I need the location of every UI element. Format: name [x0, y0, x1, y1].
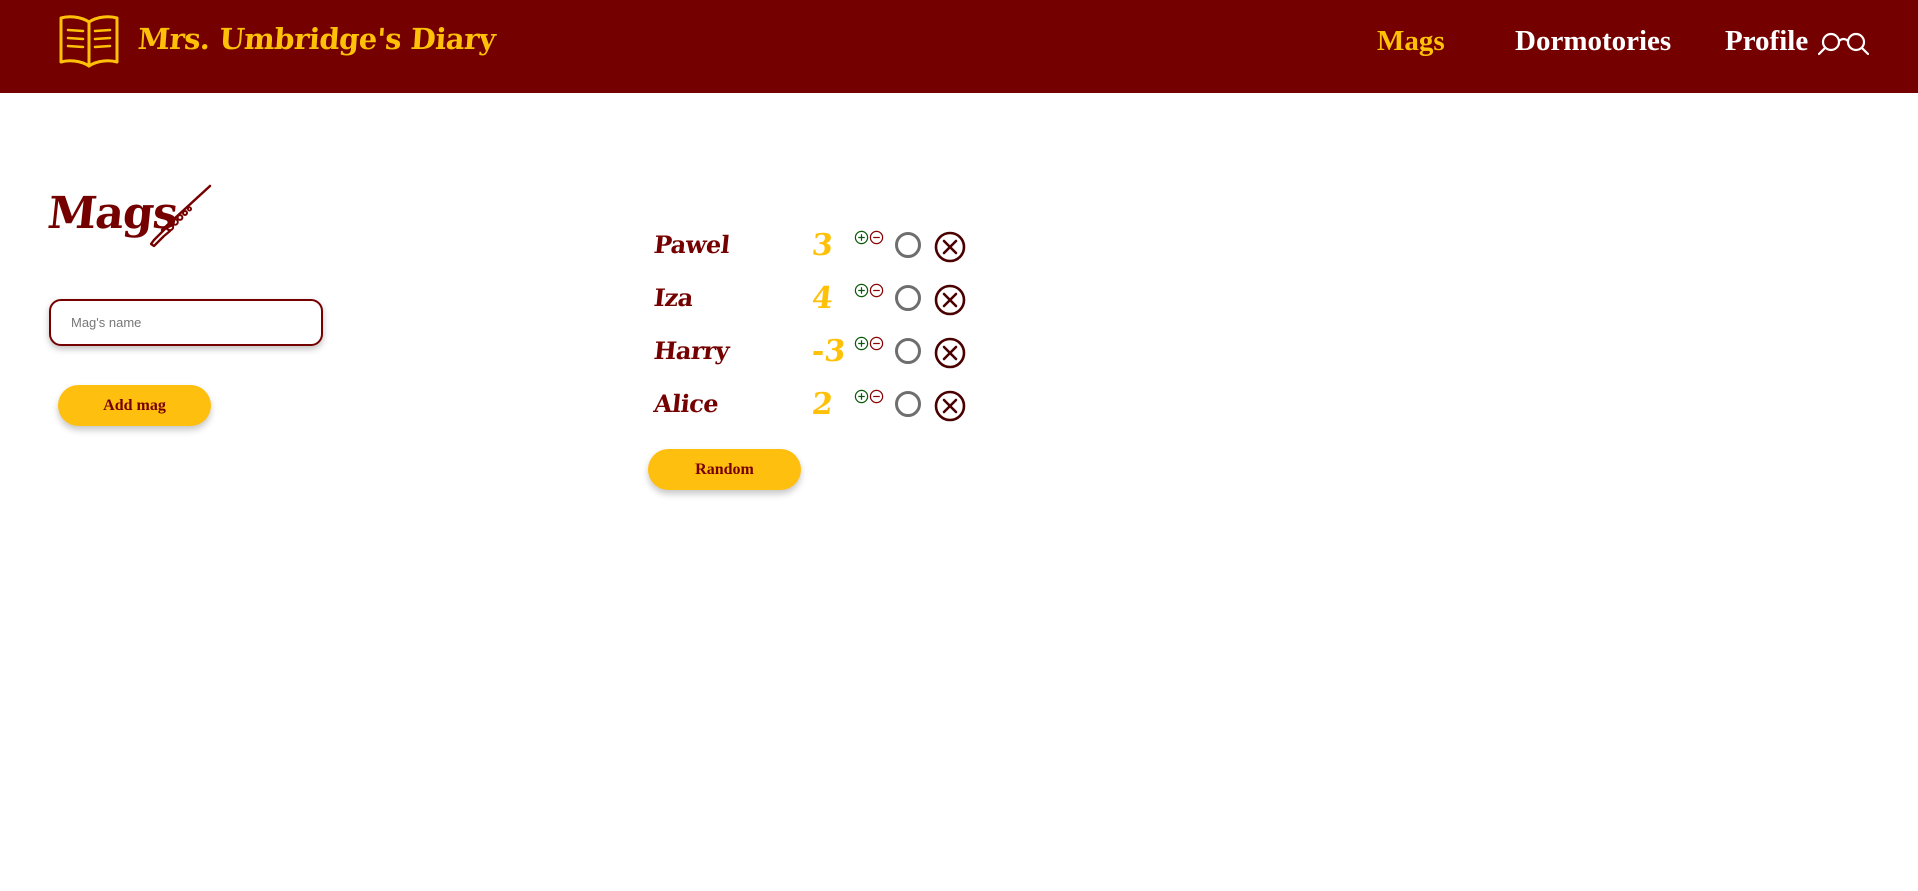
- mag-row: Pawel 3: [652, 228, 972, 270]
- plus-icon[interactable]: [854, 230, 869, 245]
- select-radio[interactable]: [895, 232, 921, 258]
- minus-icon[interactable]: [869, 230, 884, 245]
- select-radio[interactable]: [895, 338, 921, 364]
- plus-icon[interactable]: [854, 283, 869, 298]
- mag-row: Harry -3: [652, 334, 972, 376]
- add-mag-button[interactable]: Add mag: [58, 385, 211, 426]
- plus-icon[interactable]: [854, 336, 869, 351]
- mag-score: 2: [810, 387, 835, 422]
- mag-score: -3: [810, 334, 848, 369]
- mag-name: Pawel: [652, 230, 732, 259]
- mag-row: Alice 2: [652, 387, 972, 429]
- remove-icon[interactable]: [934, 390, 966, 422]
- nav-mags[interactable]: Mags: [1377, 25, 1445, 58]
- glasses-icon[interactable]: [1818, 30, 1870, 56]
- select-radio[interactable]: [895, 285, 921, 311]
- minus-icon[interactable]: [869, 283, 884, 298]
- mag-name: Alice: [652, 389, 720, 418]
- mag-score: 4: [810, 281, 835, 316]
- remove-icon[interactable]: [934, 231, 966, 263]
- nav-dormotories[interactable]: Dormotories: [1515, 25, 1671, 58]
- app-title: Mrs. Umbridge's Diary: [136, 22, 497, 56]
- wand-icon: [149, 184, 212, 248]
- mag-name: Harry: [652, 336, 731, 365]
- remove-icon[interactable]: [934, 337, 966, 369]
- mag-name-input[interactable]: [49, 299, 323, 346]
- select-radio[interactable]: [895, 391, 921, 417]
- top-navbar: Mrs. Umbridge's Diary Mags Dormotories P…: [0, 0, 1918, 93]
- remove-icon[interactable]: [934, 284, 966, 316]
- nav-profile[interactable]: Profile: [1725, 25, 1808, 58]
- book-icon[interactable]: [58, 12, 120, 70]
- mag-name: Iza: [652, 283, 695, 312]
- minus-icon[interactable]: [869, 389, 884, 404]
- mag-score: 3: [810, 228, 835, 263]
- minus-icon[interactable]: [869, 336, 884, 351]
- mag-row: Iza 4: [652, 281, 972, 323]
- plus-icon[interactable]: [854, 389, 869, 404]
- random-button[interactable]: Random: [648, 449, 801, 490]
